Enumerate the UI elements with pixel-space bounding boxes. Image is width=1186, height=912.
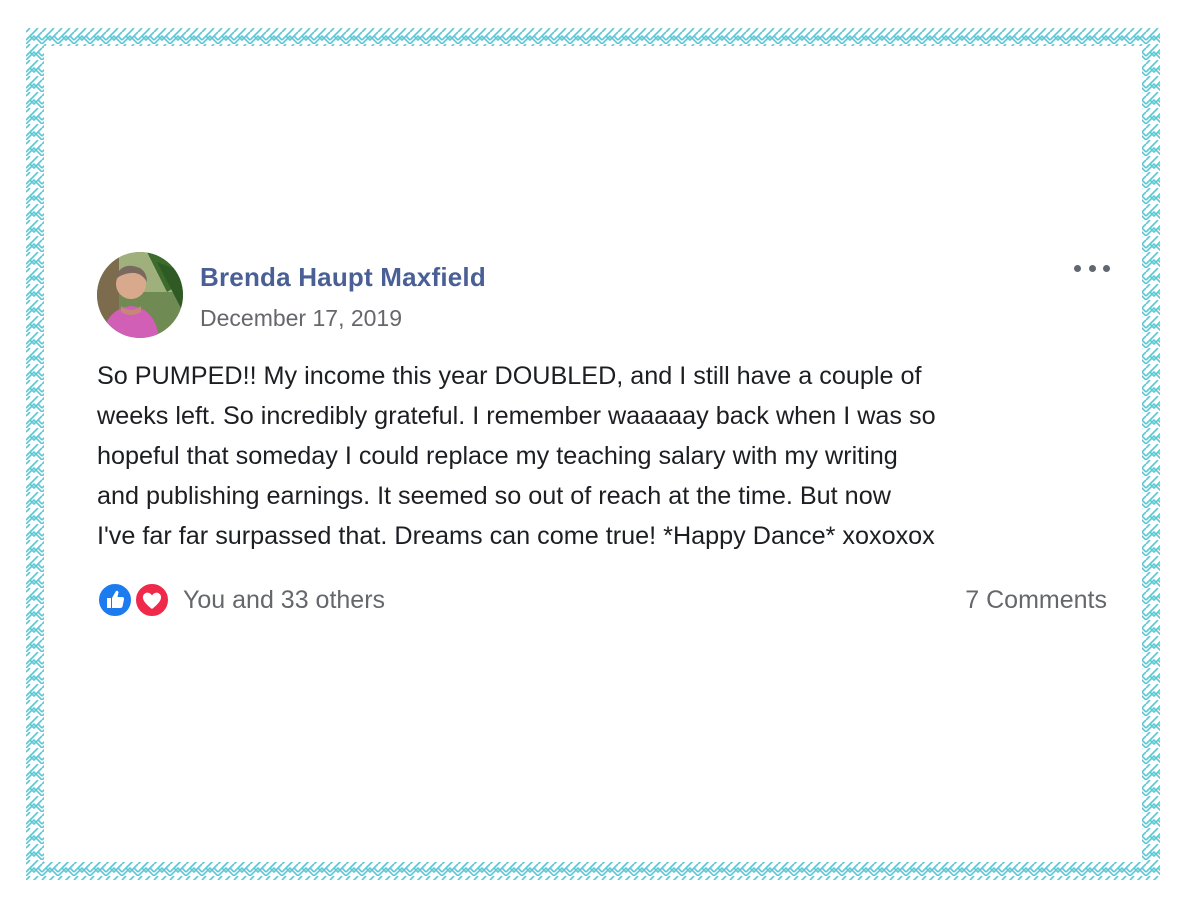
comments-count-link[interactable]: 7 Comments bbox=[965, 580, 1107, 620]
author-name-link[interactable]: Brenda Haupt Maxfield bbox=[200, 262, 486, 293]
like-reaction-icon bbox=[97, 582, 133, 618]
dot bbox=[1103, 264, 1110, 272]
love-reaction-icon bbox=[134, 582, 170, 618]
post-body-text: So PUMPED!! My income this year DOUBLED,… bbox=[97, 362, 936, 550]
avatar[interactable] bbox=[97, 252, 183, 338]
post-date[interactable]: December 17, 2019 bbox=[200, 305, 402, 332]
reactions-count-text[interactable]: You and 33 others bbox=[183, 586, 385, 615]
dot bbox=[1074, 264, 1081, 272]
reaction-icons bbox=[97, 580, 175, 620]
reactions-summary[interactable]: You and 33 others bbox=[97, 580, 385, 620]
avatar-photo bbox=[97, 252, 183, 338]
dot bbox=[1088, 264, 1096, 272]
more-options-icon[interactable] bbox=[1072, 258, 1112, 278]
